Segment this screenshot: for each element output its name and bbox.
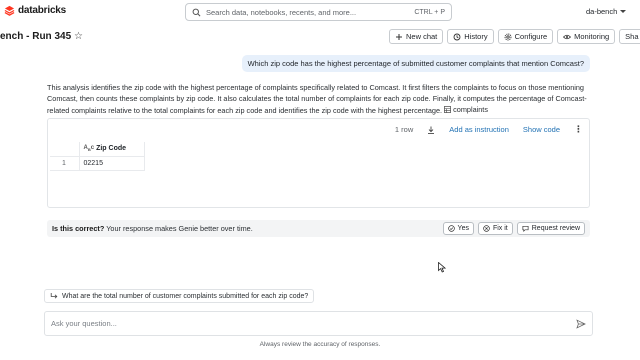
table-cell[interactable]: 02215 [79,156,145,171]
download-icon[interactable] [427,126,435,134]
string-type-icon: ABc [83,145,95,153]
history-icon [453,33,461,40]
request-review-button[interactable]: Request review [516,222,585,235]
chevron-down-icon [620,10,627,13]
feedback-question: Is this correct? [52,224,105,233]
history-label: History [464,32,488,41]
workspace-name: da-bench [586,7,618,16]
share-label: Sha [625,32,639,41]
monitoring-button[interactable]: Monitoring [557,29,616,44]
feedback-subtext: Your response makes Genie better over ti… [104,224,253,233]
row-count: 1 row [394,125,414,134]
configure-label: Configure [514,32,548,41]
gear-icon [504,33,512,40]
answer-text: This analysis identifies the zip code wi… [47,83,587,115]
user-question-bubble: Which zip code has the highest percentag… [241,55,590,72]
ask-box [44,311,593,336]
fix-it-label: Fix it [492,225,508,232]
toolbar: New chat History Configure Monitoring Sh… [389,29,640,44]
cursor-icon [438,262,446,273]
global-search[interactable]: Search data, notebooks, recents, and mor… [185,3,452,21]
table-reference-chip[interactable]: complaints [444,104,488,115]
result-actions: 1 row Add as instruction Show code ⋮ [395,124,583,135]
feedback-buttons: Yes Fix it Request review [442,222,585,235]
suggested-question-text: What are the total number of customer co… [62,292,309,300]
search-shortcut: CTRL + P [414,8,445,16]
logo[interactable]: databricks [4,5,66,16]
suggested-question[interactable]: What are the total number of customer co… [44,289,315,303]
show-code-link[interactable]: Show code [523,125,560,134]
assistant-answer: This analysis identifies the zip code wi… [47,82,592,116]
configure-button[interactable]: Configure [497,29,554,44]
table-row: 1 02215 [50,156,145,171]
add-as-instruction-link[interactable]: Add as instruction [449,125,509,134]
result-table: ABc Zip Code 1 02215 [50,142,145,171]
table-header-row: ABc Zip Code [50,142,145,157]
databricks-logo-icon [4,5,15,16]
fix-icon [483,225,490,232]
disclaimer: Always review the accuracy of responses. [259,341,381,348]
chat-icon [522,225,529,232]
page-title: ench - Run 345 [0,31,72,42]
plus-icon [396,33,402,40]
logo-text: databricks [18,5,67,16]
top-bar: databricks Search data, notebooks, recen… [0,0,640,24]
new-chat-label: New chat [406,32,438,41]
table-icon [444,106,452,113]
reply-arrow-icon [50,293,58,299]
share-button[interactable]: Sha [619,29,640,44]
result-card: 1 row Add as instruction Show code ⋮ ABc… [47,118,590,208]
yes-button[interactable]: Yes [442,222,474,235]
table-column-header[interactable]: ABc Zip Code [79,142,145,157]
feedback-bar: Is this correct? Your response makes Gen… [47,220,590,237]
workspace-switcher[interactable]: da-bench [586,7,627,16]
new-chat-button[interactable]: New chat [389,29,444,44]
request-review-label: Request review [531,225,580,232]
table-chip-label: complaints [453,105,488,114]
question-input[interactable] [51,319,576,328]
search-placeholder: Search data, notebooks, recents, and mor… [206,7,357,17]
check-circle-icon [447,225,455,232]
feedback-prompt: Is this correct? Your response makes Gen… [52,224,443,233]
eye-icon [563,34,572,39]
table-index-header [50,142,80,157]
star-icon[interactable]: ☆ [74,31,83,42]
history-button[interactable]: History [447,29,494,44]
column-header-label: Zip Code [96,145,127,153]
send-icon[interactable] [576,318,586,329]
table-row-index: 1 [50,156,80,171]
search-icon [192,8,201,16]
fix-it-button[interactable]: Fix it [477,222,513,235]
kebab-icon[interactable]: ⋮ [574,124,583,135]
monitoring-label: Monitoring [574,32,610,41]
yes-label: Yes [457,225,469,232]
